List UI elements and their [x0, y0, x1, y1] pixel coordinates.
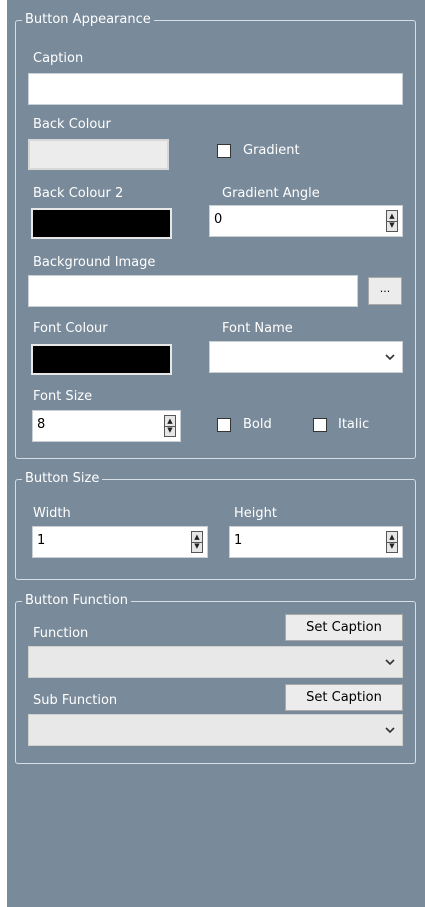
browse-image-button[interactable]: ... — [368, 277, 402, 305]
button-size-legend: Button Size — [22, 471, 103, 487]
width-input[interactable]: 1 ▲ ▼ — [32, 526, 208, 558]
font-name-select[interactable] — [209, 341, 403, 373]
width-value: 1 — [37, 533, 46, 548]
font-colour-swatch[interactable] — [31, 344, 172, 375]
spin-down-icon[interactable]: ▼ — [388, 542, 396, 551]
background-image-label: Background Image — [33, 255, 156, 270]
font-name-label: Font Name — [222, 321, 293, 336]
font-size-label: Font Size — [33, 389, 93, 404]
button-size-group: Button Size Width 1 ▲ ▼ Height 1 ▲ ▼ — [15, 471, 416, 580]
back-colour-label: Back Colour — [33, 117, 111, 132]
height-value: 1 — [234, 533, 243, 548]
spin-up-icon[interactable]: ▲ — [388, 212, 396, 221]
gradient-checkbox[interactable] — [217, 144, 231, 158]
chevron-down-icon — [385, 727, 395, 734]
button-appearance-legend: Button Appearance — [22, 12, 154, 28]
spin-up-icon[interactable]: ▲ — [193, 533, 201, 542]
chevron-down-icon — [385, 659, 395, 666]
spin-up-icon[interactable]: ▲ — [166, 417, 174, 426]
font-size-value: 8 — [37, 417, 46, 432]
gradient-angle-input[interactable]: 0 ▲ ▼ — [209, 205, 403, 237]
gradient-angle-label: Gradient Angle — [222, 186, 320, 201]
button-function-legend: Button Function — [22, 593, 131, 609]
gradient-angle-spinner[interactable]: ▲ ▼ — [386, 210, 398, 232]
sub-function-label: Sub Function — [33, 693, 118, 708]
spin-down-icon[interactable]: ▼ — [166, 426, 174, 435]
gradient-label: Gradient — [243, 143, 300, 158]
width-spinner[interactable]: ▲ ▼ — [191, 531, 203, 553]
set-caption-sub-button[interactable]: Set Caption — [285, 684, 403, 711]
sub-function-select[interactable] — [28, 714, 403, 746]
caption-label: Caption — [33, 51, 84, 66]
font-colour-label: Font Colour — [33, 321, 108, 336]
button-function-group: Button Function Function Set Caption Sub… — [15, 593, 416, 764]
chevron-down-icon — [385, 354, 395, 361]
function-select[interactable] — [28, 646, 403, 678]
bold-checkbox[interactable] — [217, 418, 231, 432]
spin-up-icon[interactable]: ▲ — [388, 533, 396, 542]
italic-checkbox[interactable] — [313, 418, 327, 432]
properties-panel: Button Appearance Caption Back Colour Gr… — [7, 0, 425, 907]
button-appearance-group: Button Appearance Caption Back Colour Gr… — [15, 12, 416, 459]
italic-label: Italic — [338, 417, 370, 432]
font-size-input[interactable]: 8 ▲ ▼ — [32, 410, 181, 442]
spin-down-icon[interactable]: ▼ — [193, 542, 201, 551]
back-colour-2-label: Back Colour 2 — [33, 186, 124, 201]
set-caption-button[interactable]: Set Caption — [285, 614, 403, 641]
caption-input[interactable] — [28, 73, 403, 105]
function-label: Function — [33, 626, 89, 641]
background-image-input[interactable] — [28, 275, 358, 307]
spin-down-icon[interactable]: ▼ — [388, 221, 396, 230]
gradient-angle-value: 0 — [214, 212, 223, 227]
back-colour-2-swatch[interactable] — [31, 208, 172, 239]
height-spinner[interactable]: ▲ ▼ — [386, 531, 398, 553]
width-label: Width — [33, 506, 71, 521]
bold-label: Bold — [243, 417, 272, 432]
height-label: Height — [234, 506, 277, 521]
back-colour-swatch[interactable] — [28, 139, 169, 170]
height-input[interactable]: 1 ▲ ▼ — [229, 526, 403, 558]
font-size-spinner[interactable]: ▲ ▼ — [164, 415, 176, 437]
